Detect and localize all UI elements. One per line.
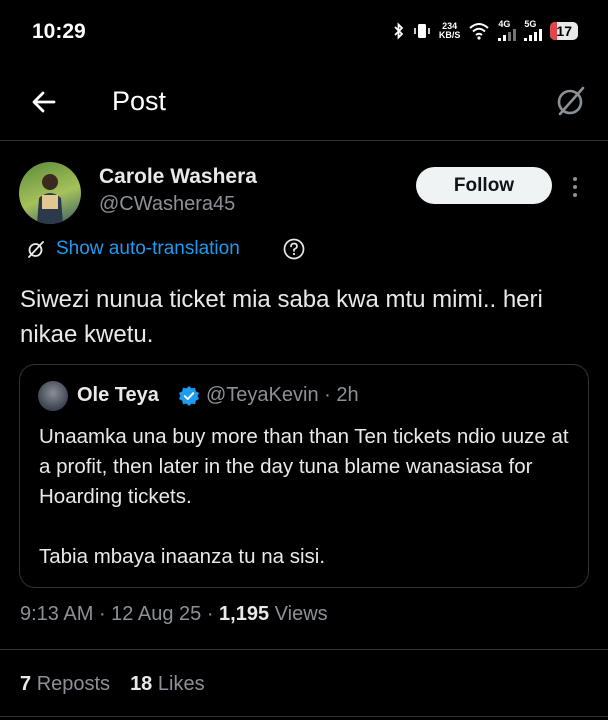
verified-badge-icon	[179, 386, 199, 406]
bluetooth-icon	[394, 21, 404, 40]
quoted-author-handle-time: @TeyaKevin · 2h	[206, 384, 359, 407]
battery-indicator: 17	[550, 21, 578, 40]
stats-divider	[0, 716, 608, 717]
author-name[interactable]: Carole Washera	[99, 165, 257, 189]
avatar-photo-icon	[37, 174, 63, 224]
quoted-post[interactable]: Ole Teya @TeyaKevin · 2h Unaamka una buy…	[19, 364, 589, 588]
signal-bars-2-icon	[524, 29, 543, 41]
post-time: 9:13 AM	[20, 603, 94, 625]
speed-unit: KB/S	[438, 29, 461, 40]
meta-separator-1: ·	[98, 603, 112, 625]
reposts-label: Reposts	[36, 673, 111, 695]
views-label[interactable]: Views	[275, 603, 328, 625]
more-options-icon[interactable]	[565, 175, 585, 199]
signal-bars-1-icon	[498, 29, 517, 41]
quoted-author-name: Ole Teya	[77, 384, 159, 406]
auto-translation-row[interactable]: Show auto-translation	[26, 238, 240, 260]
author-handle[interactable]: @CWashera45	[99, 193, 235, 216]
status-time: 10:29	[32, 20, 86, 43]
post-date: 12 Aug 25	[111, 603, 202, 625]
meta-divider	[0, 649, 608, 650]
quoted-paragraph-2: Tabia mbaya inaanza tu na sisi.	[39, 545, 326, 568]
likes-stat[interactable]: 18 Likes	[130, 673, 205, 696]
help-icon[interactable]	[283, 238, 305, 260]
likes-label: Likes	[157, 673, 205, 695]
back-arrow-icon[interactable]	[26, 84, 62, 120]
quoted-text: Unaamka una buy more than than Ten ticke…	[39, 422, 579, 572]
post-text: Siwezi nunua ticket mia saba kwa mtu mim…	[20, 286, 543, 348]
status-icons: 234 KB/S 4G 5G 17	[393, 20, 578, 41]
quoted-handle: @TeyaKevin	[206, 384, 319, 406]
likes-count: 18	[130, 673, 153, 695]
show-auto-translation-link[interactable]: Show auto-translation	[56, 238, 240, 260]
quoted-author-avatar[interactable]	[38, 381, 68, 411]
status-bar: 10:29 234 KB/S 4G 5G 17	[0, 0, 608, 66]
translate-grok-icon	[28, 241, 44, 258]
signal-5g: 5G	[524, 19, 543, 41]
reposts-stat[interactable]: 7 Reposts	[20, 673, 110, 696]
views-count: 1,195	[219, 603, 270, 625]
vibrate-icon	[414, 23, 430, 38]
meta-separator-2: ·	[206, 603, 220, 625]
battery-percent: 17	[556, 22, 572, 39]
header-divider	[0, 140, 608, 141]
quoted-paragraph-1: Unaamka una buy more than than Ten ticke…	[39, 425, 569, 508]
page-title: Post	[112, 86, 167, 116]
top-bar: Post	[0, 66, 608, 138]
signal-4g: 4G	[498, 19, 517, 41]
quoted-time: · 2h	[318, 384, 359, 406]
post-meta: 9:13 AM · 12 Aug 25 · 1,195 Views	[20, 603, 328, 626]
network-speed: 234 KB/S	[438, 21, 461, 40]
engagement-stats: 7 Reposts 18 Likes	[20, 673, 205, 696]
author-avatar[interactable]	[19, 162, 81, 224]
net-label-2: 5G	[524, 19, 537, 29]
net-label-1: 4G	[498, 19, 511, 29]
grok-icon[interactable]	[552, 82, 590, 120]
reposts-count: 7	[20, 673, 32, 695]
follow-button[interactable]: Follow	[416, 167, 552, 204]
wifi-icon	[469, 22, 490, 40]
